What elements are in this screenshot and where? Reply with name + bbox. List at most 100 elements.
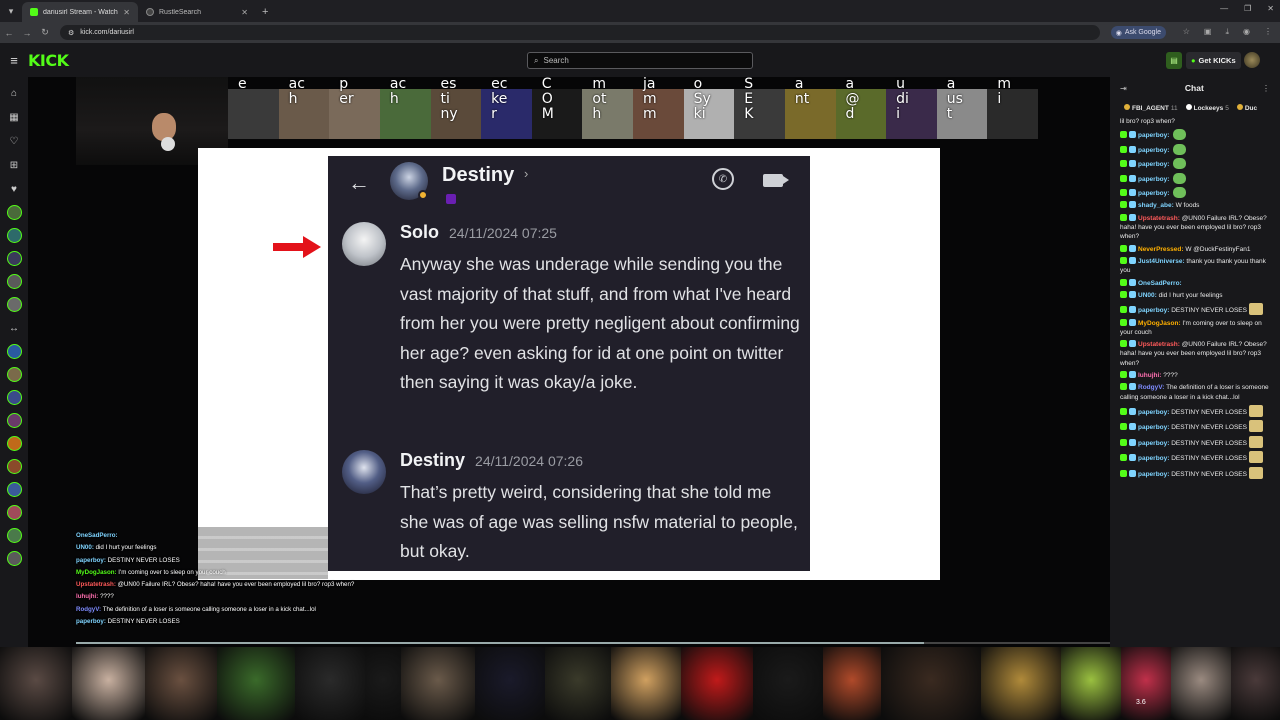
browse-icon[interactable]: ▦ — [7, 110, 21, 124]
chat-username[interactable]: paperboy: — [1138, 190, 1169, 197]
chat-username[interactable]: paperboy: — [1138, 176, 1169, 183]
close-window-button[interactable]: ✕ — [1267, 4, 1274, 13]
video-player[interactable]: e ac h p er ac h es ti ny ec ke r C O M m ot h j… — [28, 77, 1110, 647]
chat-emote — [1173, 186, 1187, 198]
kick-logo[interactable]: KICK — [28, 51, 69, 70]
chat-emote — [1248, 303, 1263, 316]
recommended-channel-avatar[interactable] — [6, 367, 22, 382]
top-gifter[interactable]: Duc — [1236, 104, 1257, 112]
emote-tile — [681, 647, 753, 720]
contact-name: Destiny — [442, 164, 515, 186]
menu-icon[interactable]: ⋮ — [1264, 27, 1272, 37]
followed-channel-avatar[interactable] — [6, 205, 22, 220]
chat-username[interactable]: Upstatetrash: — [1138, 341, 1180, 348]
bookmark-star-icon[interactable]: ☆ — [1183, 27, 1190, 37]
verified-badge-icon — [1129, 438, 1136, 446]
home-icon[interactable]: ⌂ — [7, 86, 21, 100]
chat-username[interactable]: luhujhi: — [1138, 372, 1161, 379]
tab-rustlesearch[interactable]: RustleSearch ✕ — [138, 2, 256, 22]
recommended-channel-avatar[interactable] — [6, 505, 22, 520]
chat-username[interactable]: RodgyV: — [1138, 384, 1164, 391]
ask-google-button[interactable]: ◉ Ask Google — [1110, 26, 1166, 39]
video-call-icon — [763, 174, 789, 187]
emote-tile: a nt — [784, 77, 836, 139]
recommended-channel-avatar[interactable] — [6, 459, 22, 474]
chat-username[interactable]: paperboy: — [1138, 307, 1169, 314]
verified-badge-icon — [1129, 383, 1136, 391]
wallet-icon[interactable]: ▤ — [1166, 52, 1182, 69]
video-progress-bar[interactable] — [76, 642, 1110, 644]
chat-username[interactable]: MyDogJason: — [1138, 320, 1181, 327]
extensions-icon[interactable]: ▣ — [1204, 27, 1212, 37]
new-tab-button[interactable]: + — [256, 2, 274, 22]
emote-tile — [1231, 647, 1280, 720]
recommended-channel-avatar[interactable] — [6, 528, 22, 543]
chat-username[interactable]: paperboy: — [1138, 424, 1169, 431]
categories-icon[interactable]: ⊞ — [7, 158, 21, 172]
recommended-channel-avatar[interactable] — [6, 482, 22, 497]
following-icon[interactable]: ♡ — [7, 134, 21, 148]
chat-text — [1169, 176, 1171, 183]
top-gifter[interactable]: Lockeeys 5 — [1185, 104, 1229, 112]
chat-username[interactable]: paperboy: — [1138, 471, 1169, 478]
chat-message: paperboy: DESTINY NEVER LOSES — [1120, 420, 1270, 433]
followed-channel-avatar[interactable] — [6, 251, 22, 266]
chat-message: paperboy: — [1120, 172, 1270, 184]
recommended-channel-avatar[interactable] — [6, 390, 22, 405]
chat-username[interactable]: paperboy: — [1138, 440, 1169, 447]
minimize-button[interactable]: — — [1220, 4, 1228, 13]
chat-username[interactable]: paperboy: — [1138, 409, 1169, 416]
followed-channel-avatar[interactable] — [6, 297, 22, 312]
reload-icon[interactable]: ↻ — [36, 27, 54, 38]
chat-username[interactable]: paperboy: — [1138, 147, 1169, 154]
emote-tile: ac h — [278, 77, 330, 139]
chat-username[interactable]: Upstatetrash: — [1138, 215, 1180, 222]
download-icon[interactable]: ⤓ — [1225, 27, 1229, 37]
user-avatar[interactable] — [1244, 52, 1260, 68]
favorites-heart-icon[interactable]: ♥ — [7, 182, 21, 196]
recommended-channel-avatar[interactable] — [6, 551, 22, 566]
forward-icon[interactable]: → — [18, 28, 36, 38]
chat-username[interactable]: paperboy: — [1138, 455, 1169, 462]
gifter-badge-icon — [1124, 104, 1130, 110]
chat-text — [1169, 190, 1171, 197]
gifter-badge-icon — [1236, 104, 1243, 110]
close-tab-icon[interactable]: ✕ — [123, 8, 130, 17]
get-kicks-label: Get KICKs — [1198, 56, 1236, 65]
chat-username[interactable]: Just4Universe: — [1138, 258, 1185, 265]
chat-text: W foods — [1173, 202, 1200, 210]
tab-title: RustleSearch — [159, 8, 202, 16]
chat-username[interactable]: OneSadPerro: — [1138, 280, 1182, 287]
url-field[interactable]: ⚙ kick.com/dariusirl — [60, 25, 1100, 40]
back-icon[interactable]: ← — [0, 28, 18, 38]
followed-channel-avatar[interactable] — [6, 228, 22, 243]
emote-letters: ac h — [389, 77, 407, 107]
collapse-chat-icon[interactable]: ⇥ — [1120, 84, 1127, 93]
get-kicks-button[interactable]: ● Get KICKs — [1186, 52, 1241, 69]
profile-icon[interactable]: ◉ — [1243, 27, 1250, 37]
search-input[interactable]: ⌕ Search — [527, 52, 753, 69]
hamburger-menu-icon[interactable]: ≡ — [0, 53, 28, 68]
chat-username[interactable]: shady_abe: — [1138, 202, 1174, 209]
chat-message: paperboy: DESTINY NEVER LOSES — [1120, 435, 1270, 448]
nitro-badge-icon — [446, 194, 456, 204]
recommended-icon[interactable]: ↔ — [7, 321, 21, 335]
followed-channel-avatar[interactable] — [6, 274, 22, 289]
chat-settings-icon[interactable]: ⋮ — [1262, 84, 1270, 93]
recommended-channel-avatar[interactable] — [6, 413, 22, 428]
close-tab-icon[interactable]: ✕ — [241, 8, 248, 17]
chat-username[interactable]: paperboy: — [1138, 132, 1169, 139]
restore-button[interactable]: ❐ — [1244, 4, 1251, 13]
overlay-chat-line: MyDogJason: I'm coming over to sleep on … — [76, 567, 356, 579]
recommended-channel-avatar[interactable] — [6, 344, 22, 359]
tab-dariusirl[interactable]: dariusirl Stream - Watch Live o ✕ — [22, 2, 138, 22]
site-info-icon[interactable]: ⚙ — [68, 29, 74, 37]
chat-username[interactable]: paperboy: — [1138, 161, 1169, 168]
chat-username[interactable]: NeverPressed: — [1138, 246, 1184, 253]
top-gifter[interactable]: FBI_AGENT 11 — [1124, 104, 1178, 112]
recommended-channel-avatar[interactable] — [6, 436, 22, 451]
tab-search-icon[interactable]: ▾ — [0, 0, 22, 22]
chat-text: DESTINY NEVER LOSES — [1169, 439, 1247, 447]
verified-badge-icon — [1129, 290, 1136, 298]
chat-username[interactable]: UN00: — [1138, 292, 1157, 299]
